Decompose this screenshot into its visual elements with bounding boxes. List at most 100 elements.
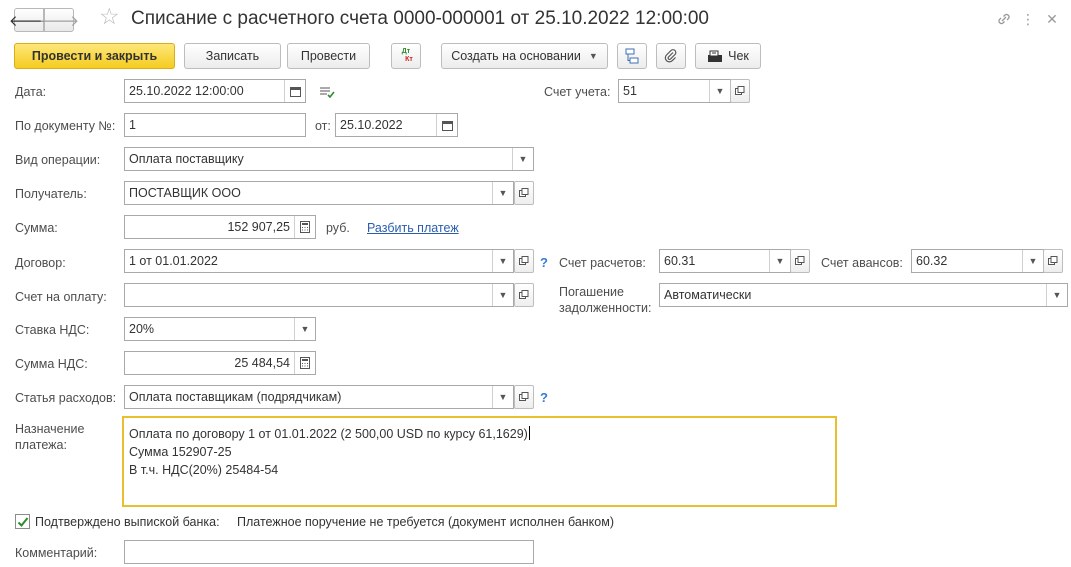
arrow-right-icon: 🡒 [38, 12, 80, 30]
debt-repayment-label-line1: Погашение [559, 285, 624, 299]
comment-field[interactable] [124, 540, 534, 564]
amount-value: 152 907,25 [227, 220, 290, 234]
text-cursor [528, 426, 530, 440]
chevron-down-icon[interactable]: ▼ [709, 80, 730, 102]
bank-confirmed-note: Платежное поручение не требуется (докуме… [237, 515, 614, 529]
more-icon[interactable]: ⋮ [1019, 10, 1037, 28]
open-icon[interactable] [514, 181, 534, 205]
chevron-down-icon[interactable]: ▼ [769, 250, 790, 272]
calendar-icon[interactable] [436, 114, 457, 136]
bank-confirmed-label: Подтверждено выпиской банка: [35, 515, 220, 529]
amount-field[interactable]: 152 907,25 [124, 215, 316, 239]
doc-date-label: от: [315, 119, 331, 133]
kt-icon-label: Кт [405, 56, 413, 63]
chevron-down-icon[interactable]: ▼ [294, 318, 315, 340]
account-value: 51 [623, 84, 637, 98]
purpose-textarea[interactable]: Оплата по договору 1 от 01.01.2022 (2 50… [122, 416, 837, 507]
expense-item-value: Оплата поставщикам (подрядчикам) [129, 390, 342, 404]
chevron-down-icon[interactable]: ▼ [1046, 284, 1067, 306]
vat-amount-label: Сумма НДС: [15, 357, 88, 371]
bank-confirmed-checkbox[interactable] [15, 514, 30, 529]
doc-number-value: 1 [129, 118, 136, 132]
operation-type-value: Оплата поставщику [129, 152, 244, 166]
settlement-account-field[interactable]: 60.31 ▼ [659, 249, 791, 273]
open-icon[interactable] [514, 249, 534, 273]
date-field[interactable]: 25.10.2022 12:00:00 [124, 79, 306, 103]
doc-list-icon[interactable] [319, 86, 335, 101]
window-controls: ⋮ ✕ [995, 10, 1061, 28]
structure-button[interactable] [617, 43, 647, 69]
vat-amount-value: 25 484,54 [234, 356, 290, 370]
window-title: Списание с расчетного счета 0000-000001 … [131, 8, 709, 29]
chevron-down-icon[interactable]: ▼ [492, 284, 513, 306]
date-label: Дата: [15, 85, 47, 99]
dt-kt-button[interactable]: Дт Кт [391, 43, 421, 69]
chevron-down-icon[interactable]: ▼ [492, 182, 513, 204]
calendar-icon[interactable] [284, 80, 305, 102]
favorite-star-icon[interactable]: ☆ [99, 5, 120, 28]
open-icon[interactable] [514, 283, 534, 307]
settlement-account-label: Счет расчетов: [559, 256, 646, 270]
close-icon[interactable]: ✕ [1043, 10, 1061, 28]
chevron-down-icon[interactable]: ▼ [1022, 250, 1043, 272]
cash-register-icon [708, 50, 723, 62]
date-value: 25.10.2022 12:00:00 [129, 84, 244, 98]
vat-amount-field[interactable]: 25 484,54 [124, 351, 316, 375]
contract-label: Договор: [15, 256, 66, 270]
create-based-on-label: Создать на основании [451, 49, 581, 63]
structure-icon [625, 48, 639, 64]
debt-repayment-label-line2: задолженности: [559, 301, 652, 315]
vat-rate-select[interactable]: 20% ▼ [124, 317, 316, 341]
doc-number-field[interactable]: 1 [124, 113, 306, 137]
expense-item-field[interactable]: Оплата поставщикам (подрядчикам) ▼ [124, 385, 514, 409]
doc-date-field[interactable]: 25.10.2022 [335, 113, 458, 137]
doc-date-value: 25.10.2022 [340, 118, 403, 132]
chevron-down-icon[interactable]: ▼ [512, 148, 533, 170]
vat-rate-label: Ставка НДС: [15, 323, 90, 337]
link-icon[interactable] [995, 10, 1013, 28]
calculator-icon[interactable] [294, 352, 315, 374]
currency-label: руб. [326, 221, 350, 235]
recipient-value: ПОСТАВЩИК ООО [129, 186, 241, 200]
purpose-line-3: В т.ч. НДС(20%) 25484-54 [129, 463, 279, 477]
open-icon[interactable] [790, 249, 810, 273]
check-button[interactable]: Чек [695, 43, 761, 69]
purpose-label: Назначение платежа: [15, 421, 84, 453]
contract-help-icon[interactable]: ? [540, 255, 548, 270]
contract-field[interactable]: 1 от 01.01.2022 ▼ [124, 249, 514, 273]
advance-account-value: 60.32 [916, 254, 948, 268]
operation-type-select[interactable]: Оплата поставщику ▼ [124, 147, 534, 171]
account-field[interactable]: 51 ▼ [618, 79, 731, 103]
comment-label: Комментарий: [15, 546, 98, 560]
expense-item-help-icon[interactable]: ? [540, 390, 548, 405]
split-payment-link[interactable]: Разбить платеж [367, 221, 459, 235]
invoice-label: Счет на оплату: [15, 290, 107, 304]
account-label: Счет учета: [544, 85, 611, 99]
open-icon[interactable] [1043, 249, 1063, 273]
chevron-down-icon: ▼ [588, 51, 598, 61]
recipient-field[interactable]: ПОСТАВЩИК ООО ▼ [124, 181, 514, 205]
open-icon[interactable] [514, 385, 534, 409]
forward-button[interactable]: 🡒 [39, 8, 79, 32]
chevron-down-icon[interactable]: ▼ [492, 386, 513, 408]
save-button[interactable]: Записать [184, 43, 281, 69]
attach-button[interactable] [656, 43, 686, 69]
expense-item-label: Статья расходов: [15, 391, 117, 405]
purpose-label-line2: платежа: [15, 438, 67, 452]
advance-account-field[interactable]: 60.32 ▼ [911, 249, 1044, 273]
purpose-label-line1: Назначение [15, 422, 85, 436]
contract-value: 1 от 01.01.2022 [129, 254, 218, 268]
advance-account-label: Счет авансов: [821, 256, 903, 270]
doc-number-label: По документу №: [15, 119, 116, 133]
create-based-on-button[interactable]: Создать на основании ▼ [441, 43, 608, 69]
open-icon[interactable] [730, 79, 750, 103]
recipient-label: Получатель: [15, 187, 87, 201]
calculator-icon[interactable] [294, 216, 315, 238]
post-button[interactable]: Провести [287, 43, 370, 69]
debt-repayment-value: Автоматически [664, 288, 752, 302]
invoice-field[interactable]: ▼ [124, 283, 514, 307]
chevron-down-icon[interactable]: ▼ [492, 250, 513, 272]
post-and-close-button[interactable]: Провести и закрыть [14, 43, 175, 69]
debt-repayment-select[interactable]: Автоматически ▼ [659, 283, 1068, 307]
settlement-account-value: 60.31 [664, 254, 696, 268]
